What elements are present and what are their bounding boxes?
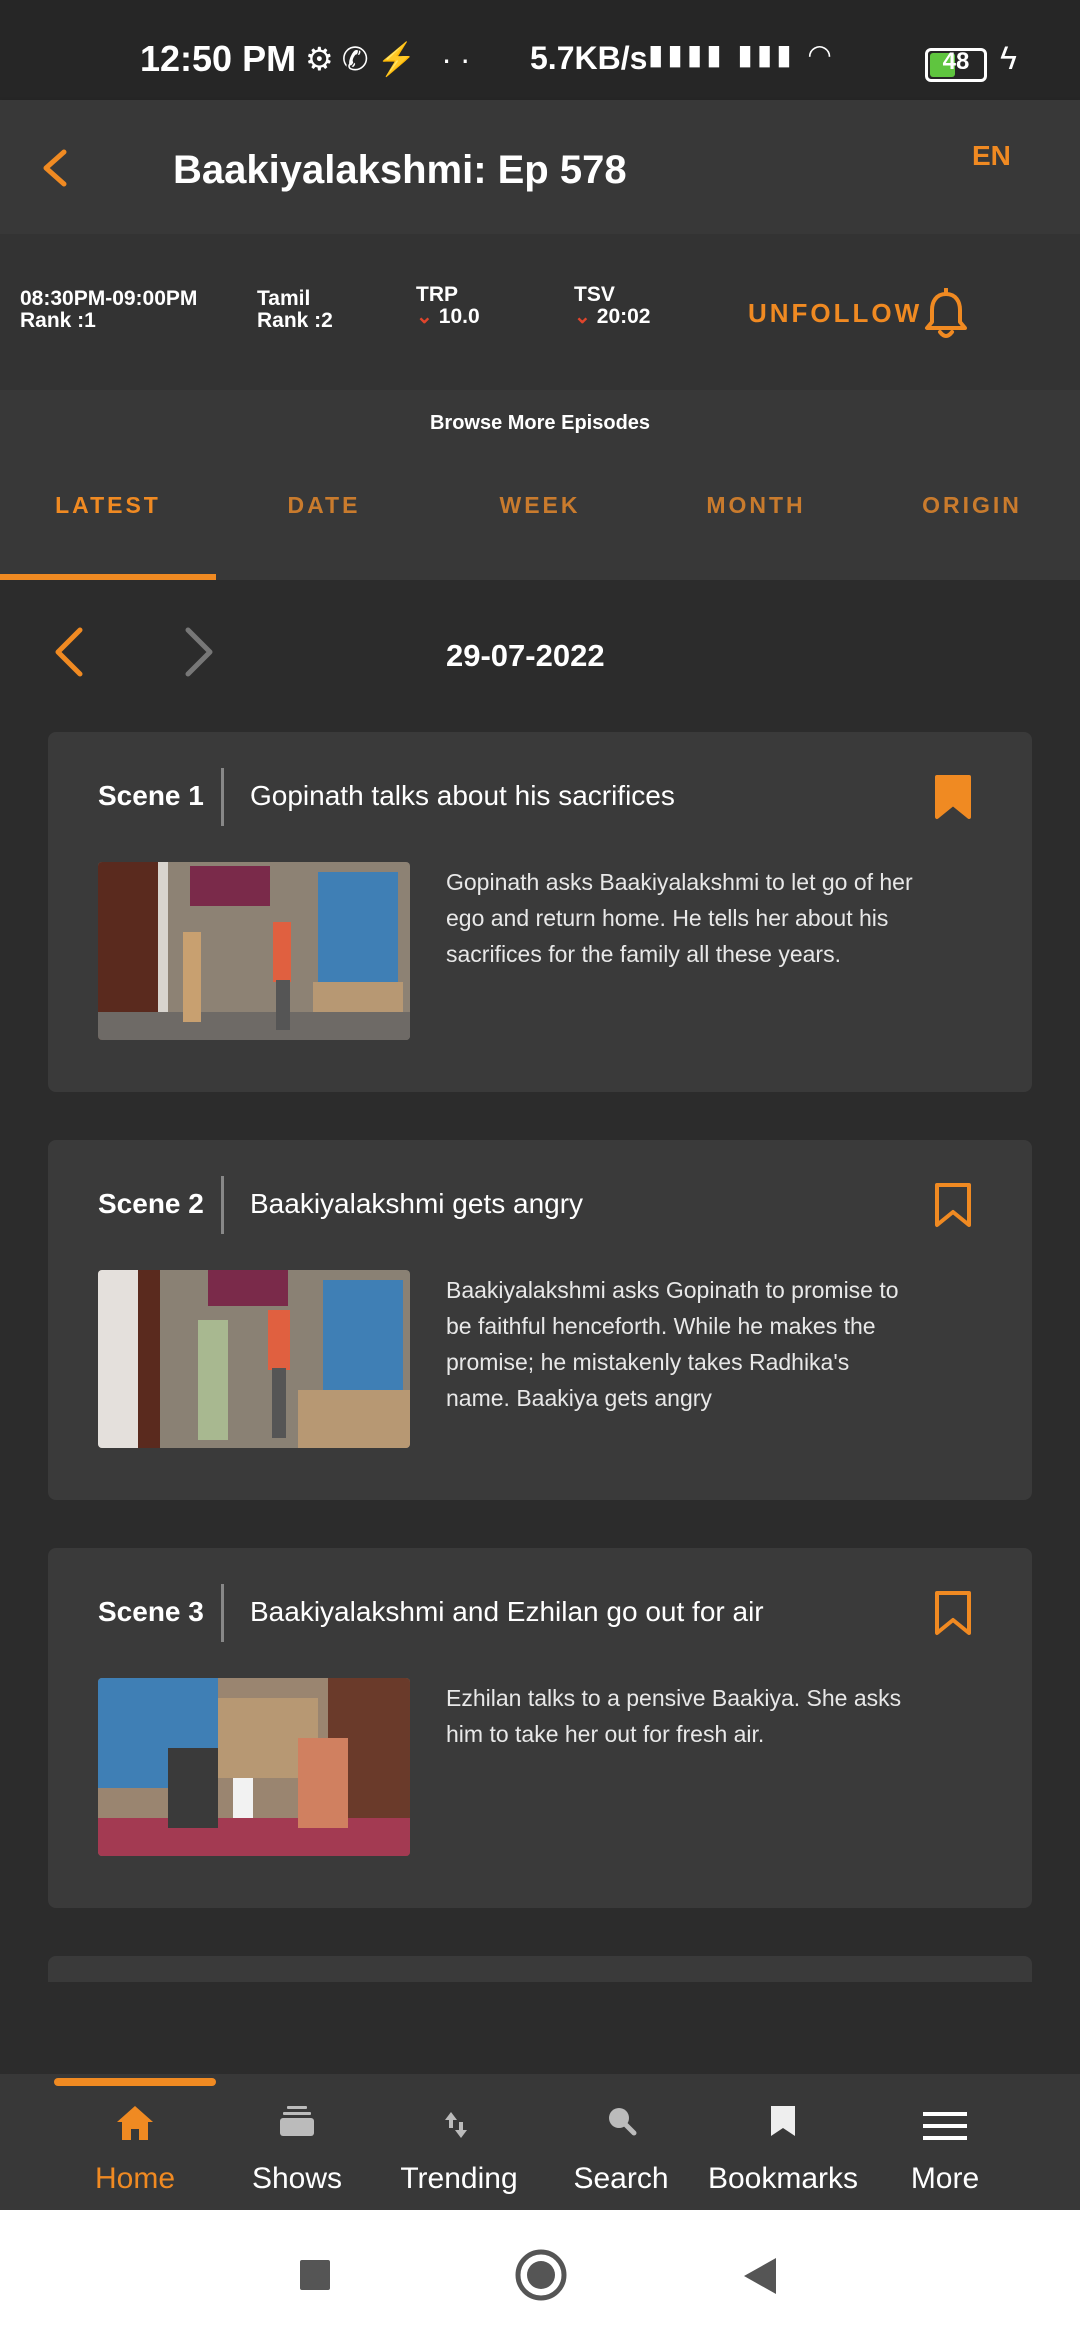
tab-month[interactable]: MONTH bbox=[648, 492, 864, 519]
scene-title: Baakiyalakshmi gets angry bbox=[250, 1188, 584, 1219]
bell-icon[interactable] bbox=[924, 288, 968, 340]
tab-origin[interactable]: ORIGIN bbox=[864, 492, 1080, 519]
system-navigation-bar bbox=[0, 2210, 1080, 2340]
tab-date[interactable]: DATE bbox=[216, 492, 432, 519]
scene-card[interactable]: Scene 3 Baakiyalakshmi and Ezhilan go ou… bbox=[48, 1548, 1032, 1908]
trending-icon bbox=[445, 2112, 467, 2138]
battery-icon: 48 bbox=[925, 48, 987, 82]
scene-thumbnail[interactable] bbox=[98, 862, 410, 1040]
scene-description: Baakiyalakshmi asks Gopinath to promise … bbox=[446, 1277, 899, 1411]
scene-label: Scene 3 bbox=[98, 1596, 204, 1627]
nav-search-label: Search bbox=[573, 2162, 669, 2195]
active-nav-indicator bbox=[54, 2078, 216, 2086]
browse-episodes-section: Browse More Episodes LATEST DATE WEEK MO… bbox=[0, 390, 1080, 580]
tsv-block: TSV ⌄ 20:02 bbox=[574, 283, 651, 329]
back-arrow-icon[interactable] bbox=[36, 148, 76, 188]
nav-trending-label: Trending bbox=[400, 2162, 518, 2195]
nav-shows[interactable]: Shows bbox=[216, 2092, 378, 2202]
scene-title: Baakiyalakshmi and Ezhilan go out for ai… bbox=[250, 1596, 764, 1627]
scene-thumbnail[interactable] bbox=[98, 1678, 410, 1856]
scene-thumbnail[interactable] bbox=[98, 1270, 410, 1448]
down-arrow-icon: ⌄ bbox=[416, 306, 433, 328]
scene-card[interactable]: Scene 1 Gopinath talks about his sacrifi… bbox=[48, 732, 1032, 1092]
search-icon bbox=[609, 2108, 637, 2136]
status-notification-icons: ⚙✆⚡ ·· bbox=[305, 41, 479, 77]
next-date-icon[interactable] bbox=[178, 624, 218, 680]
status-time: 12:50 PM bbox=[140, 38, 297, 79]
home-button-icon[interactable] bbox=[514, 2248, 568, 2302]
browse-heading: Browse More Episodes bbox=[429, 412, 651, 434]
recent-apps-icon[interactable] bbox=[298, 2258, 332, 2292]
episode-title: Baakiyalakshmi: Ep 578 bbox=[173, 148, 627, 192]
bottom-navigation: Home Shows Trending Search Bookmarks Mor… bbox=[0, 2074, 1080, 2210]
battery-level: 48 bbox=[942, 48, 970, 75]
charging-icon: ϟ bbox=[1000, 40, 1017, 76]
nav-bookmarks-label: Bookmarks bbox=[707, 2162, 859, 2195]
status-bar: 12:50 PM ⚙✆⚡ ·· 5.7KB/s ▮▮▮▮ ▮▮▮ ◠ 48 ϟ bbox=[0, 0, 1080, 100]
language-rank-block: Tamil Rank :2 bbox=[257, 288, 333, 332]
status-network-speed: 5.7KB/s bbox=[530, 40, 648, 76]
scene-label: Scene 2 bbox=[98, 1188, 204, 1219]
date-navigator: 29-07-2022 bbox=[0, 580, 1080, 730]
scene-card[interactable]: Scene 2 Baakiyalakshmi gets angry Baakiy… bbox=[48, 1140, 1032, 1500]
nav-more-label: More bbox=[910, 2162, 980, 2195]
scene-title: Gopinath talks about his sacrifices bbox=[250, 780, 675, 811]
home-icon bbox=[117, 2106, 153, 2140]
nav-home[interactable]: Home bbox=[54, 2092, 216, 2202]
scene-card[interactable] bbox=[48, 1956, 1032, 1982]
trp-block: TRP ⌄ 10.0 bbox=[416, 283, 480, 329]
language-rank: Rank :2 bbox=[257, 309, 333, 332]
tsv-label: TSV bbox=[574, 283, 615, 306]
time-slot: 08:30PM-09:00PM bbox=[20, 287, 198, 310]
scene-label: Scene 1 bbox=[98, 780, 204, 811]
divider bbox=[221, 1176, 224, 1234]
trp-value: 10.0 bbox=[438, 305, 480, 328]
bookmark-filled-icon[interactable] bbox=[934, 774, 972, 820]
time-slot-block: 08:30PM-09:00PM Rank :1 bbox=[20, 288, 197, 332]
down-arrow-icon: ⌄ bbox=[574, 306, 591, 328]
divider bbox=[221, 768, 224, 826]
time-slot-rank: Rank :1 bbox=[20, 309, 96, 332]
nav-shows-label: Shows bbox=[251, 2162, 343, 2195]
back-button-icon[interactable] bbox=[742, 2256, 778, 2296]
tab-week[interactable]: WEEK bbox=[432, 492, 648, 519]
previous-date-icon[interactable] bbox=[50, 624, 90, 680]
bookmark-outline-icon[interactable] bbox=[934, 1182, 972, 1228]
language-name: Tamil bbox=[257, 287, 311, 310]
nav-trending[interactable]: Trending bbox=[378, 2092, 540, 2202]
scene-description: Gopinath asks Baakiyalakshmi to let go o… bbox=[446, 869, 913, 967]
language-toggle[interactable]: EN bbox=[972, 140, 1011, 172]
divider bbox=[221, 1584, 224, 1642]
app-bar: Baakiyalakshmi: Ep 578 EN bbox=[0, 100, 1080, 234]
tab-latest[interactable]: LATEST bbox=[0, 492, 216, 519]
signal-icons: ▮▮▮▮ ▮▮▮ ◠ bbox=[648, 39, 836, 70]
trp-label: TRP bbox=[416, 283, 458, 306]
scene-description: Ezhilan talks to a pensive Baakiya. She … bbox=[446, 1685, 902, 1747]
bookmark-outline-icon[interactable] bbox=[934, 1590, 972, 1636]
bookmarks-icon bbox=[771, 2106, 795, 2136]
nav-bookmarks[interactable]: Bookmarks bbox=[702, 2092, 864, 2202]
tsv-value: 20:02 bbox=[596, 305, 651, 328]
unfollow-button[interactable]: UNFOLLOW bbox=[748, 298, 922, 329]
menu-icon bbox=[923, 2112, 967, 2140]
nav-search[interactable]: Search bbox=[540, 2092, 702, 2202]
episode-date: 29-07-2022 bbox=[446, 638, 605, 673]
episode-info-strip: 08:30PM-09:00PM Rank :1 Tamil Rank :2 TR… bbox=[0, 234, 1080, 390]
shows-icon bbox=[280, 2106, 314, 2136]
nav-home-label: Home bbox=[94, 2162, 176, 2195]
nav-more[interactable]: More bbox=[864, 2092, 1026, 2202]
